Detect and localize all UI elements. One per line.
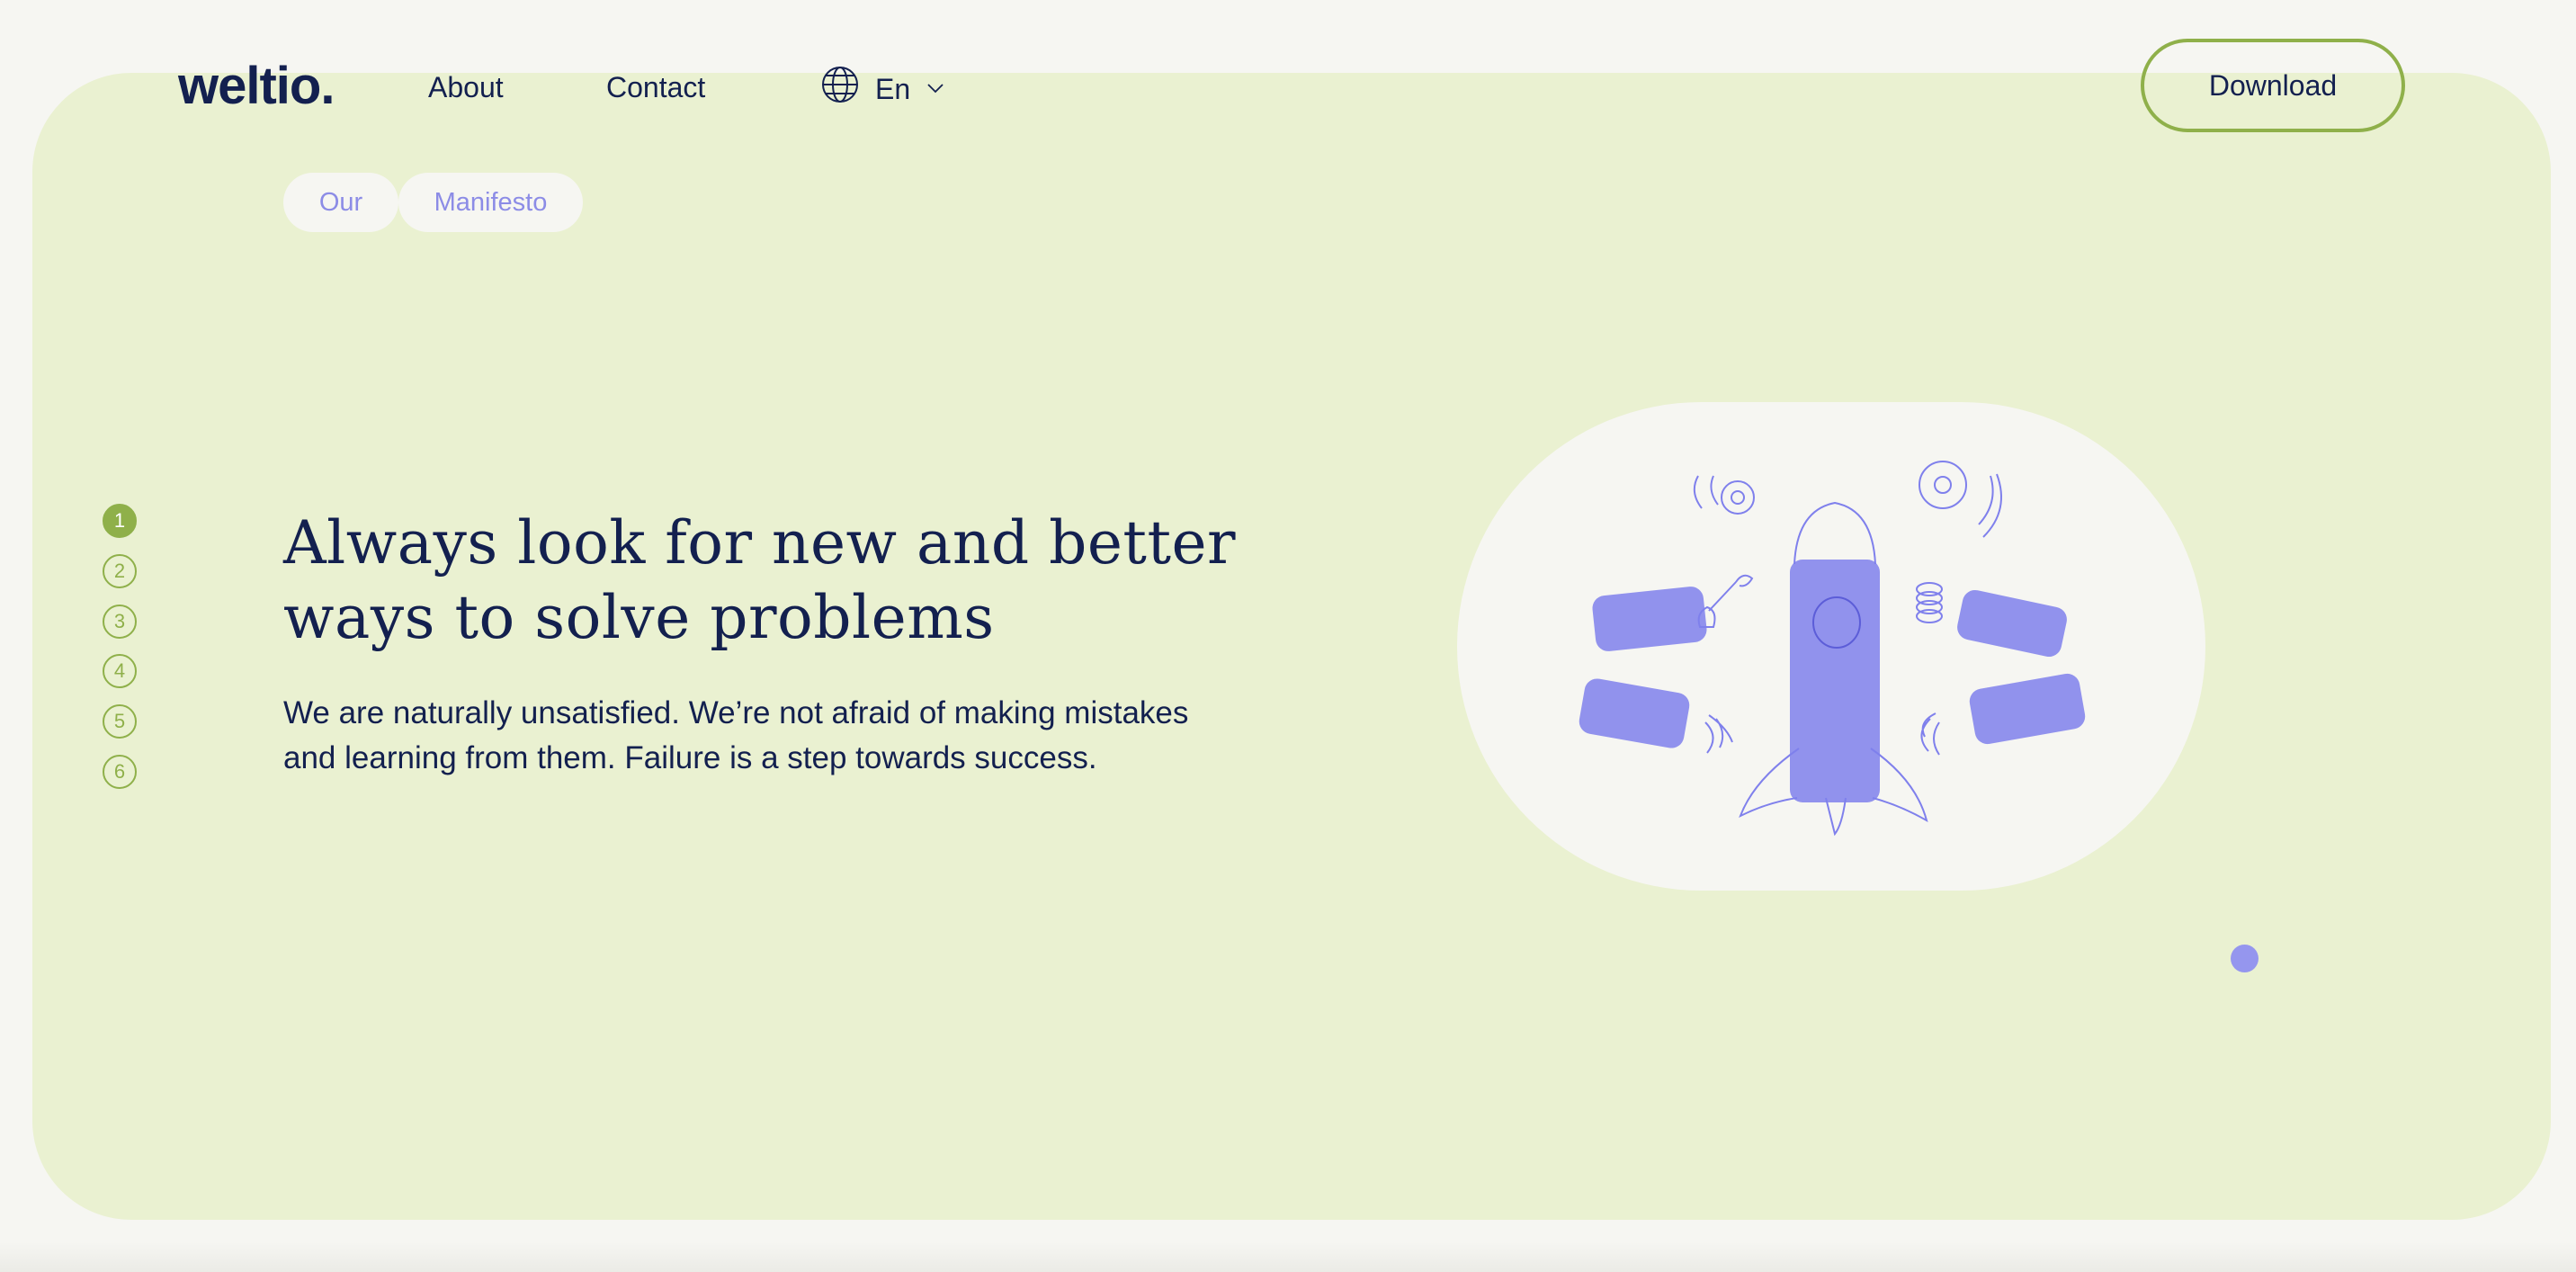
section-body: We are naturally unsatisfied. We’re not …	[283, 695, 1189, 775]
arm-top-right	[1957, 589, 2067, 658]
step-6[interactable]: 6	[103, 755, 137, 789]
arm-bottom-left	[1579, 678, 1690, 748]
weltio-logo[interactable]: weltio.	[178, 56, 335, 116]
tag-manifesto: Manifesto	[398, 173, 583, 232]
hand-icon	[1920, 712, 1940, 756]
nav-contact-link[interactable]: Contact	[606, 71, 705, 104]
section-headline: Always look for new and better ways to s…	[283, 508, 1237, 652]
download-button[interactable]: Download	[2141, 39, 2405, 132]
arm-top-left	[1592, 587, 1707, 651]
rocket-flame	[1825, 797, 1847, 837]
hand-icon	[1704, 714, 1733, 754]
rocket-body	[1790, 560, 1880, 802]
step-1[interactable]: 1	[103, 504, 137, 538]
rocket-nose	[1793, 501, 1876, 565]
step-2[interactable]: 2	[103, 554, 137, 588]
step-3[interactable]: 3	[103, 605, 137, 639]
language-selector[interactable]: En	[821, 66, 944, 108]
chevron-down-icon	[926, 82, 944, 98]
wrench-icon	[1708, 574, 1754, 612]
page: weltio. About Contact En Download Our Ma…	[0, 0, 2576, 1272]
step-4[interactable]: 4	[103, 654, 137, 688]
gear-icon	[1721, 480, 1755, 515]
rocket-with-hands-illustration	[1579, 461, 2086, 837]
language-label: En	[875, 73, 911, 105]
page-bottom-edge	[0, 1241, 2576, 1272]
gear-icon	[1919, 461, 1967, 509]
globe-icon	[821, 66, 859, 108]
step-5[interactable]: 5	[103, 704, 137, 739]
nav-about-link[interactable]: About	[428, 71, 504, 104]
tag-our: Our	[283, 173, 398, 232]
arm-bottom-right	[1969, 673, 2086, 745]
decorative-dot	[2231, 945, 2258, 972]
